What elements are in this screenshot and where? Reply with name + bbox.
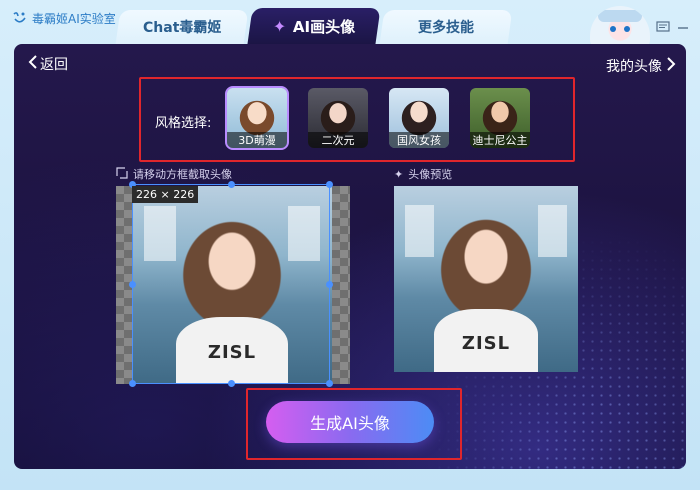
crop-hint-text: 请移动方框截取头像 xyxy=(133,168,232,181)
app-window: 毒霸姬AI实验室 Chat毒霸姬 ✦ AI画头像 更多技能 返回 我的头像 风格… xyxy=(0,0,700,490)
crop-size-badge: 226 × 226 xyxy=(132,186,199,203)
style-selector: 风格选择: 3D萌漫 二次元 国风女孩 迪士尼公主 xyxy=(139,77,575,162)
style-list: 3D萌漫 二次元 国风女孩 迪士尼公主 xyxy=(225,86,532,150)
app-logo-icon xyxy=(13,12,26,23)
preview-hint: ✦ 头像预览 xyxy=(394,166,452,182)
style-caption: 迪士尼公主 xyxy=(470,132,530,148)
chevron-left-icon xyxy=(28,55,38,73)
photo-window xyxy=(405,204,435,257)
back-label: 返回 xyxy=(40,57,68,73)
main-panel: 返回 我的头像 风格选择: 3D萌漫 二次元 国风女孩 迪士尼公主 请移动方框截… xyxy=(14,44,686,469)
back-button[interactable]: 返回 xyxy=(28,54,68,74)
tab-bar: Chat毒霸姬 ✦ AI画头像 更多技能 xyxy=(115,8,514,44)
style-caption: 国风女孩 xyxy=(389,132,449,148)
tab-chat[interactable]: Chat毒霸姬 xyxy=(115,10,249,44)
style-option-disney[interactable]: 迪士尼公主 xyxy=(468,86,532,150)
my-avatar-link[interactable]: 我的头像 xyxy=(606,56,676,76)
photo-shirt: ZISL xyxy=(434,308,538,372)
crop-handle[interactable] xyxy=(129,281,136,288)
style-option-anime[interactable]: 二次元 xyxy=(306,86,370,150)
minimize-icon[interactable] xyxy=(676,21,690,33)
message-icon[interactable] xyxy=(656,21,670,33)
style-caption: 3D萌漫 xyxy=(227,132,287,148)
tab-ai-avatar[interactable]: ✦ AI画头像 xyxy=(247,8,381,44)
crop-selection-box[interactable] xyxy=(129,181,333,387)
avatar-preview: ZISL xyxy=(394,186,578,372)
preview-hint-text: 头像预览 xyxy=(408,168,453,181)
style-option-3d[interactable]: 3D萌漫 xyxy=(225,86,289,150)
style-option-guofeng[interactable]: 国风女孩 xyxy=(387,86,451,150)
photo-shirt-text: ZISL xyxy=(461,332,511,354)
title-bar-controls xyxy=(590,6,690,48)
chevron-right-icon xyxy=(666,57,676,75)
tab-more-skills[interactable]: 更多技能 xyxy=(379,10,513,44)
style-label: 风格选择: xyxy=(155,116,212,131)
sparkle-icon: ✦ xyxy=(273,16,287,36)
crop-hint: 请移动方框截取头像 xyxy=(116,166,232,182)
tab-chat-label: Chat毒霸姬 xyxy=(142,20,222,36)
crop-handle[interactable] xyxy=(228,380,235,387)
crop-handle[interactable] xyxy=(228,181,235,188)
crop-handle[interactable] xyxy=(326,181,333,188)
crop-handle[interactable] xyxy=(129,380,136,387)
crop-icon xyxy=(116,166,128,182)
style-caption: 二次元 xyxy=(308,132,368,148)
my-avatar-label: 我的头像 xyxy=(606,59,662,75)
tab-more-skills-label: 更多技能 xyxy=(418,20,474,36)
sparkle-small-icon: ✦ xyxy=(394,167,404,181)
photo-window xyxy=(537,204,567,257)
tab-ai-avatar-label: AI画头像 xyxy=(292,17,355,36)
mascot-avatar xyxy=(590,6,650,48)
app-title-bar: 毒霸姬AI实验室 xyxy=(12,8,116,28)
crop-handle[interactable] xyxy=(326,380,333,387)
app-title: 毒霸姬AI实验室 xyxy=(32,11,116,26)
generate-avatar-button[interactable]: 生成AI头像 xyxy=(266,401,434,443)
crop-handle[interactable] xyxy=(326,281,333,288)
